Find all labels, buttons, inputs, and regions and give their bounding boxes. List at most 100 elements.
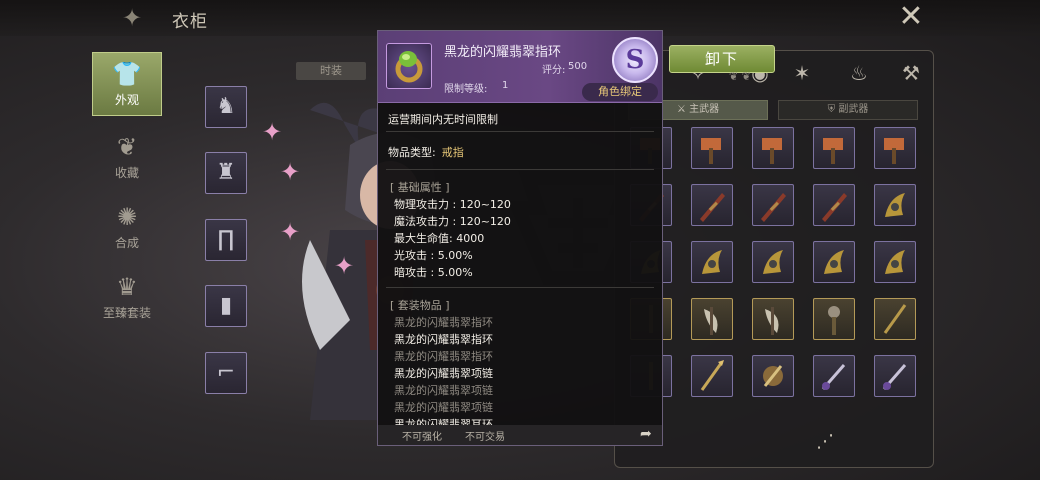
sword-icon: ⚔ — [676, 104, 690, 115]
outfit-icon: 👕 — [112, 60, 142, 88]
divider — [386, 131, 654, 132]
flame-category-icon[interactable]: ✶ — [787, 60, 817, 86]
hammer-icon — [762, 138, 782, 164]
score-label: 评分: — [542, 65, 566, 76]
top-slot[interactable]: ♜ — [205, 152, 247, 194]
level-value: 1 — [502, 80, 509, 91]
sparkle-icon: ✦ — [280, 218, 301, 246]
collection-icon: ❦ — [116, 133, 138, 161]
share-arrow-icon[interactable]: ➦ — [640, 426, 652, 442]
weapon-cell[interactable] — [874, 241, 916, 283]
headwear-icon: ♞ — [216, 94, 236, 119]
attribute-line: 魔法攻击力 : 120~120 — [394, 215, 511, 228]
basic-attributes-header: [ 基础属性 ] — [390, 181, 450, 194]
nav-item-premium-set[interactable]: ♛ 至臻套装 — [92, 266, 162, 330]
tab-sub-weapon[interactable]: ⛨ 副武器 — [778, 100, 918, 120]
weapon-cell[interactable] — [813, 184, 855, 226]
claw-icon — [885, 193, 905, 217]
bind-badge: 角色绑定 — [582, 83, 658, 101]
tooltip-footer: 不可强化 不可交易 ➦ — [378, 425, 662, 445]
belt-slot[interactable]: ▮ — [205, 285, 247, 327]
score-value: 500 — [568, 61, 588, 72]
tools-category-icon[interactable]: ⚒ — [896, 60, 926, 86]
level-label: 限制等级: — [444, 84, 488, 95]
nav-label: 外观 — [114, 93, 139, 107]
weapon-cell[interactable] — [752, 127, 794, 169]
weapon-cell[interactable] — [874, 127, 916, 169]
fire-category-icon[interactable]: ♨ — [844, 60, 874, 86]
blade-icon — [700, 193, 725, 222]
shield-icon: ⛨ — [827, 104, 839, 115]
share-icon[interactable]: ⋰ — [811, 428, 839, 456]
dragon-emblem-icon: ✦ — [121, 4, 143, 32]
type-value: 戒指 — [441, 146, 464, 159]
claw-icon — [763, 250, 783, 274]
nav-item-collection[interactable]: ❦ 收藏 — [92, 126, 162, 190]
weapon-cell[interactable] — [813, 298, 855, 340]
no-trade-text: 不可交易 — [465, 432, 505, 443]
weapon-cell[interactable] — [691, 298, 733, 340]
duration-text: 运营期间内无时间限制 — [388, 113, 498, 126]
sparkle-icon: ✦ — [334, 252, 355, 280]
weapon-cell[interactable] — [691, 184, 733, 226]
hammer-icon — [823, 138, 843, 164]
premium-set-icon: ♛ — [116, 273, 138, 301]
staff-icon — [883, 304, 907, 334]
synthesis-icon: ✺ — [116, 203, 138, 231]
set-item: 黑龙的闪耀翡翠指环 — [394, 333, 493, 346]
weapon-cell[interactable] — [691, 241, 733, 283]
attribute-line: 暗攻击 : 5.00% — [394, 266, 473, 279]
weapon-cell[interactable] — [752, 241, 794, 283]
item-tooltip: 黑龙的闪耀翡翠指环 评分: 500 限制等级: 1 S 角色绑定 运营期间内无时… — [377, 30, 663, 446]
claw-icon — [824, 250, 844, 274]
set-item: 黑龙的闪耀翡翠指环 — [394, 316, 493, 329]
fashion-tab[interactable]: 时装 — [296, 62, 366, 80]
claw-icon — [702, 250, 722, 274]
sword-icon — [882, 364, 907, 390]
axe-icon — [765, 307, 779, 335]
hammer-icon — [701, 138, 721, 164]
nav-label: 合成 — [114, 236, 139, 250]
unequip-button[interactable]: 卸下 — [669, 45, 775, 73]
weapon-cell[interactable] — [752, 184, 794, 226]
close-icon[interactable]: ✕ — [895, 2, 927, 34]
set-item: 黑龙的闪耀翡翠项链 — [394, 384, 493, 397]
tooltip-header: 黑龙的闪耀翡翠指环 评分: 500 限制等级: 1 S 角色绑定 — [378, 31, 662, 103]
nav-label: 收藏 — [114, 166, 139, 180]
shoes-slot[interactable]: ⌐ — [205, 352, 247, 394]
attribute-line: 物理攻击力 : 120~120 — [394, 198, 511, 211]
divider — [386, 169, 654, 170]
set-items-header: [ 套装物品 ] — [390, 299, 450, 312]
weapon-cell[interactable] — [691, 127, 733, 169]
sparkle-icon: ✦ — [280, 158, 301, 186]
item-type: 物品类型: 戒指 — [388, 144, 464, 160]
attribute-line: 光攻击 : 5.00% — [394, 249, 473, 262]
weapon-cell[interactable] — [752, 355, 794, 397]
tab-label: 主武器 — [689, 104, 720, 115]
rank-badge: S — [612, 37, 658, 83]
blade-icon — [822, 193, 847, 222]
nav-item-outfit[interactable]: 👕 外观 — [92, 52, 162, 116]
page-title: 衣柜 — [172, 12, 208, 32]
headwear-slot[interactable]: ♞ — [205, 86, 247, 128]
belt-icon: ▮ — [219, 293, 233, 318]
ring-item-icon — [386, 43, 432, 89]
shoes-icon: ⌐ — [216, 360, 236, 385]
sword-icon — [821, 364, 846, 390]
weapon-cell[interactable] — [813, 241, 855, 283]
weapon-cell[interactable] — [813, 127, 855, 169]
weapon-cell[interactable] — [874, 355, 916, 397]
type-label: 物品类型: — [388, 146, 436, 159]
sparkle-icon: ✦ — [262, 118, 283, 146]
item-name: 黑龙的闪耀翡翠指环 — [444, 45, 562, 60]
weapon-cell[interactable] — [874, 184, 916, 226]
pants-slot[interactable]: ∏ — [205, 219, 247, 261]
weapon-cell[interactable] — [874, 298, 916, 340]
nav-item-synthesis[interactable]: ✺ 合成 — [92, 196, 162, 260]
nav-label: 至臻套装 — [102, 306, 151, 320]
weapon-cell[interactable] — [752, 298, 794, 340]
no-enhance-text: 不可强化 — [402, 432, 442, 443]
weapon-cell[interactable] — [813, 355, 855, 397]
set-item: 黑龙的闪耀翡翠项链 — [394, 367, 493, 380]
weapon-cell[interactable] — [691, 355, 733, 397]
